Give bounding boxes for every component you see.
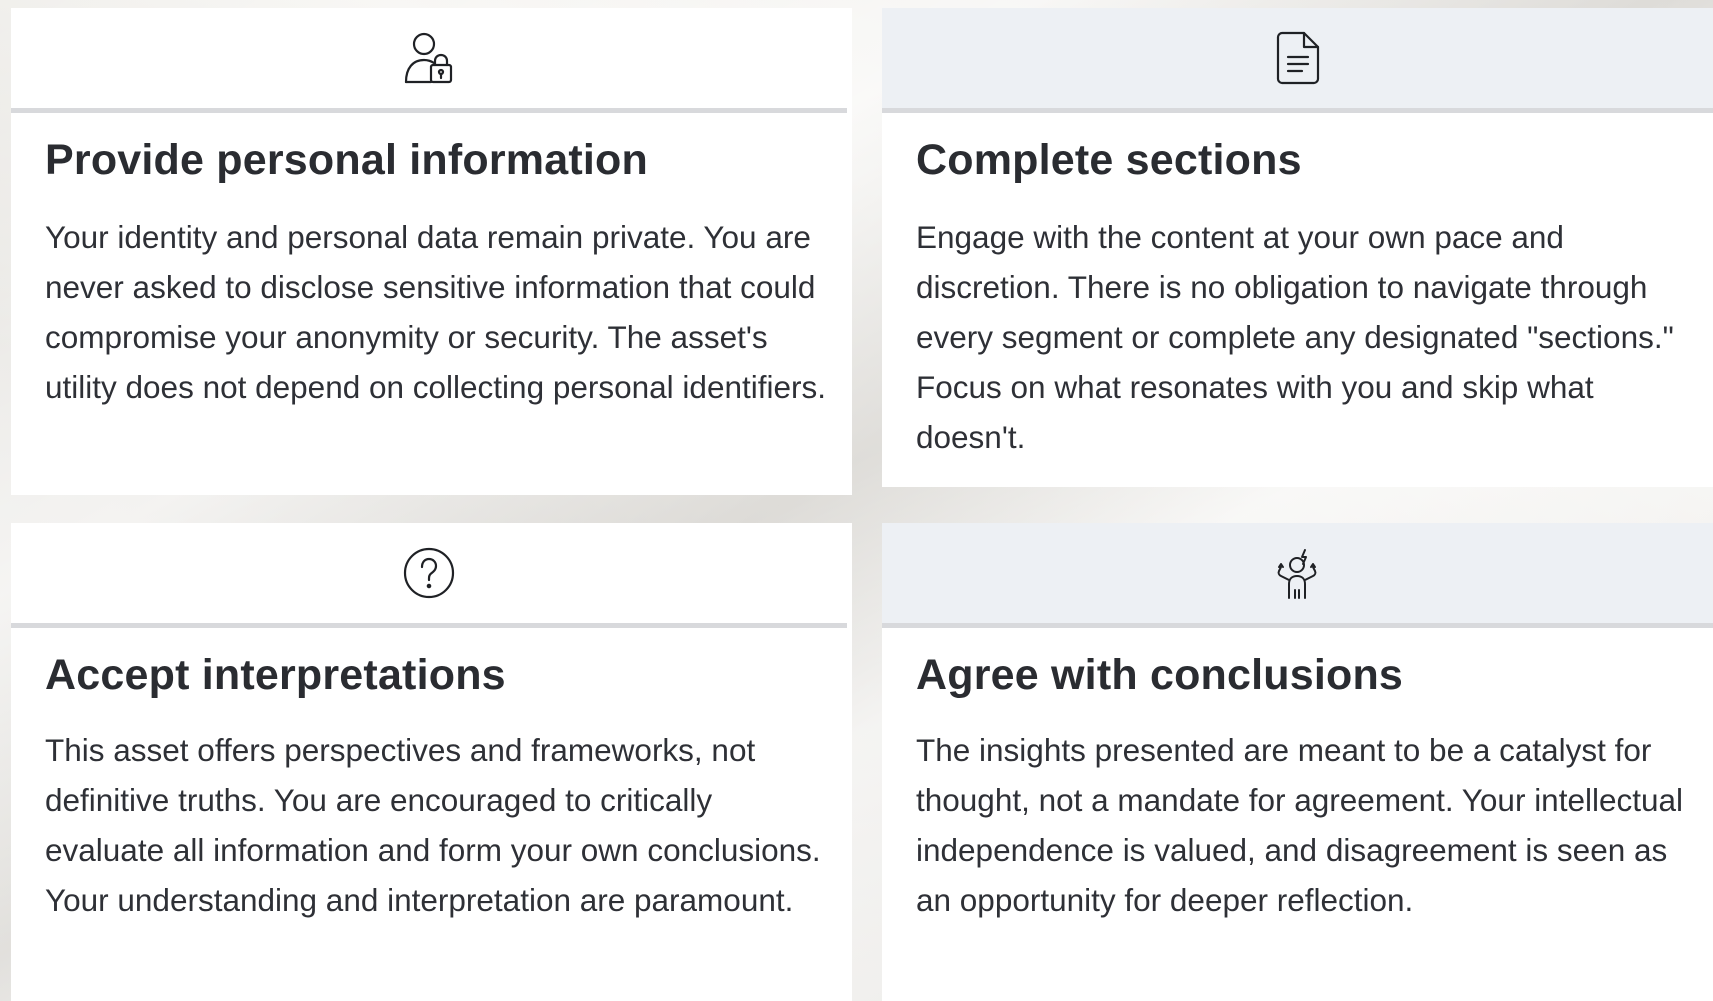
user-lock-icon [403, 31, 455, 85]
card-accept-interpretations: Accept interpretations This asset offers… [11, 523, 852, 1001]
card-text: The insights presented are meant to be a… [916, 732, 1684, 918]
card-text: Your identity and personal data remain p… [45, 219, 826, 405]
card-agree-with-conclusions: Agree with conclusions The insights pres… [882, 523, 1713, 1001]
frustrated-person-icon [1273, 546, 1323, 600]
document-icon [1276, 31, 1320, 85]
card-title: Accept interpretations [45, 651, 506, 699]
card-header [11, 8, 847, 113]
card-text: This asset offers perspectives and frame… [45, 732, 821, 918]
card-complete-sections: Complete sections Engage with the conten… [882, 8, 1713, 487]
card-header [882, 523, 1713, 628]
card-title: Agree with conclusions [916, 651, 1404, 699]
card-text: Engage with the content at your own pace… [916, 219, 1674, 455]
card-title: Provide personal information [45, 136, 648, 184]
card-header [882, 8, 1713, 113]
card-header [11, 523, 847, 628]
question-circle-icon [403, 547, 455, 599]
card-provide-personal-information: Provide personal information Your identi… [11, 8, 852, 495]
card-title: Complete sections [916, 136, 1302, 184]
